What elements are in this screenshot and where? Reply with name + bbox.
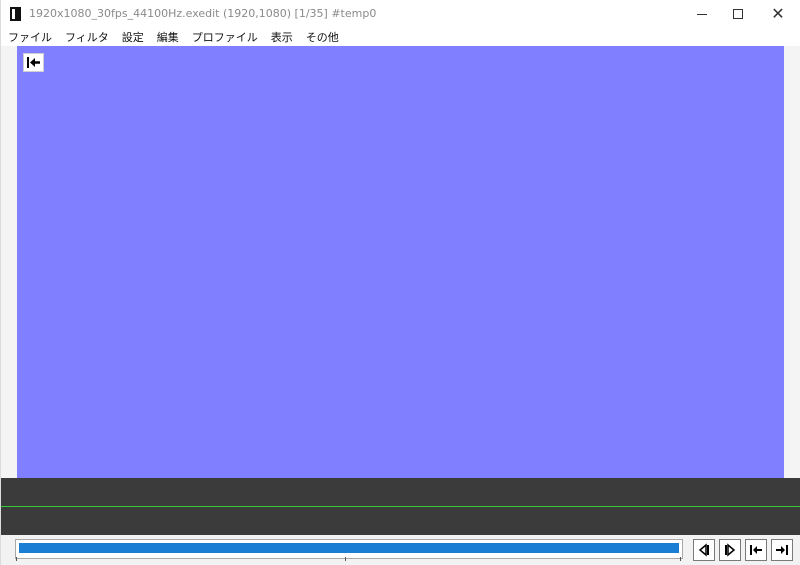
- menu-settings[interactable]: 設定: [122, 29, 144, 45]
- menu-other[interactable]: その他: [306, 29, 339, 45]
- next-frame-icon: [725, 543, 736, 557]
- previous-frame-icon: [698, 543, 709, 557]
- maximize-icon: [733, 9, 743, 19]
- menu-bar: ファイル フィルタ 設定 編集 プロファイル 表示 その他: [1, 28, 800, 46]
- seek-tick-start: [16, 557, 17, 561]
- menu-profile[interactable]: プロファイル: [192, 29, 258, 45]
- seek-bar[interactable]: [15, 539, 683, 559]
- timeline-marker-line: [1, 506, 800, 507]
- minimize-icon: [697, 13, 707, 15]
- seek-tick-middle: [345, 557, 346, 561]
- app-icon: [10, 7, 21, 21]
- jump-to-end-button[interactable]: [771, 539, 793, 561]
- menu-filter[interactable]: フィルタ: [65, 29, 109, 45]
- menu-view[interactable]: 表示: [271, 29, 293, 45]
- next-frame-button[interactable]: [719, 539, 741, 561]
- menu-edit[interactable]: 編集: [157, 29, 179, 45]
- previous-frame-button[interactable]: [693, 539, 715, 561]
- preview-margin-right: [784, 46, 800, 478]
- title-bar: 1920x1080_30fps_44100Hz.exedit (1920,108…: [1, 0, 800, 28]
- jump-to-start-icon: [27, 57, 40, 68]
- close-icon: ✕: [771, 4, 785, 23]
- jump-to-start-icon: [750, 545, 762, 555]
- preview-margin-left: [1, 46, 17, 478]
- app-window: 1920x1080_30fps_44100Hz.exedit (1920,108…: [0, 0, 800, 565]
- seek-tick-end: [680, 557, 681, 561]
- preview-jump-start-button[interactable]: [23, 53, 44, 72]
- jump-to-start-button[interactable]: [745, 539, 767, 561]
- window-title: 1920x1080_30fps_44100Hz.exedit (1920,108…: [29, 7, 377, 20]
- video-preview[interactable]: [17, 46, 784, 478]
- close-button[interactable]: ✕: [755, 0, 800, 28]
- jump-to-end-icon: [776, 545, 788, 555]
- menu-file[interactable]: ファイル: [8, 29, 52, 45]
- seek-bar-progress: [19, 543, 679, 553]
